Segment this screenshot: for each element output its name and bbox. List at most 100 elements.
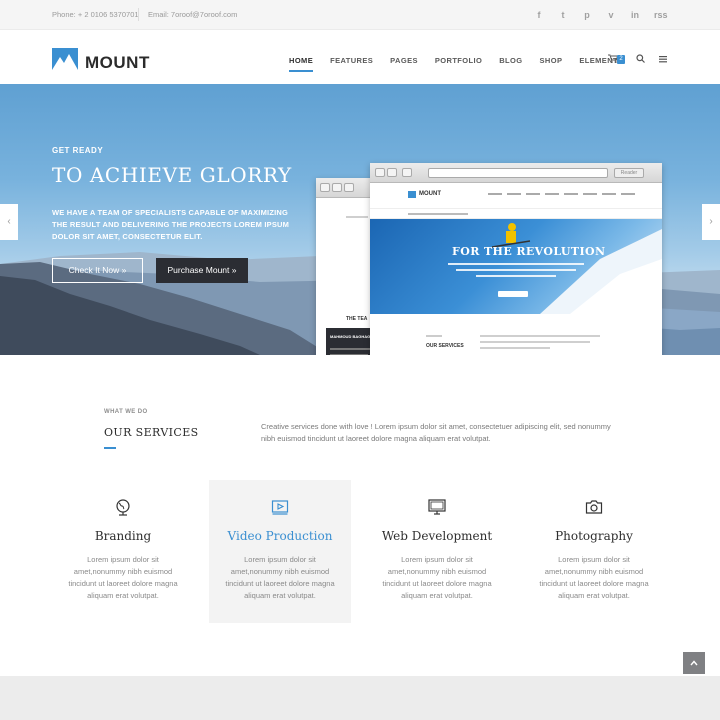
service-title: Web Development [381, 529, 493, 543]
share-icon [344, 183, 354, 192]
service-card-web-development[interactable]: Web Development Lorem ipsum dolor sit am… [366, 480, 508, 623]
nav-line [602, 193, 616, 195]
skier-image [491, 223, 662, 314]
service-description: Lorem ipsum dolor sit amet,nonummy nibh … [68, 555, 178, 600]
menu-icon[interactable] [659, 55, 667, 65]
twitter-icon[interactable]: t [558, 9, 568, 21]
nav-line [526, 193, 540, 195]
text-line [480, 347, 550, 349]
reader-button: Reader [614, 168, 644, 178]
cart-count-badge: 2 [617, 55, 625, 64]
service-card-video-production[interactable]: Video Production Lorem ipsum dolor sit a… [209, 480, 351, 623]
nav-line [488, 193, 502, 195]
nav-portfolio[interactable]: PORTFOLIO [435, 56, 482, 65]
header-actions: 2 [608, 54, 667, 65]
heading-underline [104, 447, 116, 449]
url-bar [428, 168, 608, 178]
text-line [480, 341, 590, 343]
slider-prev-arrow-icon[interactable]: ‹ [0, 204, 18, 240]
browser-toolbar: Reader [370, 163, 662, 183]
nav-line [507, 193, 521, 195]
search-icon[interactable] [636, 54, 645, 65]
mock-logo-text: MOUNT [419, 191, 441, 197]
mountain-logo-icon [408, 191, 416, 198]
nav-line [545, 193, 559, 195]
text-line [476, 275, 556, 277]
nav-features[interactable]: FEATURES [330, 56, 373, 65]
mock-services-heading: OUR SERVICES [426, 343, 464, 349]
mock-team-card: MAHMOUD BAGHAG [326, 328, 376, 355]
mock-slide-title: FOR THE REVOLUTION [452, 245, 606, 258]
back-arrow-icon [375, 168, 385, 177]
text-line [448, 263, 584, 265]
topbar-divider [138, 8, 139, 21]
footer-band [0, 676, 720, 720]
hero-kicker: GET READY [52, 146, 104, 155]
text-line [456, 269, 576, 271]
rss-icon[interactable]: rss [654, 9, 668, 21]
back-to-top-icon[interactable] [683, 652, 705, 674]
browser-mockup-back: THE TEA MAHMOUD BAGHAG [316, 178, 376, 355]
email-link[interactable]: Email: 7oroof@7oroof.com [148, 10, 237, 19]
monitor-icon [366, 498, 508, 516]
service-title: Video Production [227, 529, 333, 543]
phone-text: Phone: + 2 0106 5370701 [52, 10, 139, 19]
mock-slide-button [498, 291, 528, 297]
logo-text[interactable]: MOUNT [85, 53, 150, 73]
services-intro: Creative services done with love ! Lorem… [261, 422, 611, 443]
mock-nav [488, 193, 635, 195]
nav-pages[interactable]: PAGES [390, 56, 418, 65]
purchase-mount-button[interactable]: Purchase Mount » [156, 258, 248, 283]
service-title: Photography [555, 529, 633, 543]
cart-icon[interactable]: 2 [608, 54, 625, 65]
services-kicker: WHAT WE DO [104, 409, 148, 415]
services-heading: OUR SERVICES [104, 426, 199, 439]
nav-line [564, 193, 578, 195]
social-links: f t p v in rss [534, 9, 668, 21]
text-line [330, 348, 370, 350]
service-card-branding[interactable]: Branding Lorem ipsum dolor sit amet,nonu… [52, 480, 194, 623]
site-header: MOUNT HOME FEATURES PAGES PORTFOLIO BLOG… [0, 30, 720, 84]
browser-mockup-front: Reader MOUNT FOR THE REVOLUTION OUR SERV… [370, 163, 662, 355]
globe-icon [52, 498, 194, 516]
nav-line [583, 193, 597, 195]
mountain-logo-icon[interactable] [52, 48, 78, 70]
mock-site-header: MOUNT [370, 183, 662, 209]
check-it-now-button[interactable]: Check It Now » [52, 258, 143, 283]
hero-slider: GET READY TO ACHIEVE GLORRY WE HAVE A TE… [0, 84, 720, 355]
nav-line [621, 193, 635, 195]
pinterest-icon[interactable]: p [582, 9, 592, 21]
nav-blog[interactable]: BLOG [499, 56, 522, 65]
cloud-icon [332, 183, 342, 192]
browser-toolbar [316, 178, 376, 198]
share-icon [402, 168, 412, 177]
back-arrow-icon [320, 183, 330, 192]
text-line [330, 354, 368, 355]
text-line [346, 216, 368, 218]
slider-next-arrow-icon[interactable]: › [702, 204, 720, 240]
camera-icon [523, 498, 665, 516]
main-nav: HOME FEATURES PAGES PORTFOLIO BLOG SHOP … [289, 56, 623, 72]
mock-member-name: MAHMOUD BAGHAG [330, 334, 371, 339]
browser-page-content: THE TEA MAHMOUD BAGHAG [316, 198, 376, 355]
text-line [480, 335, 600, 337]
text-line [426, 335, 442, 337]
service-card-photography[interactable]: Photography Lorem ipsum dolor sit amet,n… [523, 480, 665, 623]
service-description: Lorem ipsum dolor sit amet,nonummy nibh … [382, 555, 492, 600]
cloud-icon [387, 168, 397, 177]
linkedin-icon[interactable]: in [630, 9, 640, 21]
text-line [408, 213, 468, 215]
top-bar: Phone: + 2 0106 5370701 Email: 7oroof@7o… [0, 0, 720, 30]
service-description: Lorem ipsum dolor sit amet,nonummy nibh … [539, 555, 649, 600]
mock-team-title: THE TEA [346, 316, 368, 322]
hero-title: TO ACHIEVE GLORRY [52, 163, 292, 187]
nav-shop[interactable]: SHOP [540, 56, 563, 65]
video-play-icon [209, 498, 351, 516]
hero-description: WE HAVE A TEAM OF SPECIALISTS CAPABLE OF… [52, 208, 290, 241]
vimeo-icon[interactable]: v [606, 9, 616, 21]
nav-home[interactable]: HOME [289, 56, 314, 72]
service-title: Branding [94, 529, 152, 543]
mock-topbar [370, 209, 662, 219]
service-description: Lorem ipsum dolor sit amet,nonummy nibh … [225, 555, 335, 600]
facebook-icon[interactable]: f [534, 9, 544, 21]
